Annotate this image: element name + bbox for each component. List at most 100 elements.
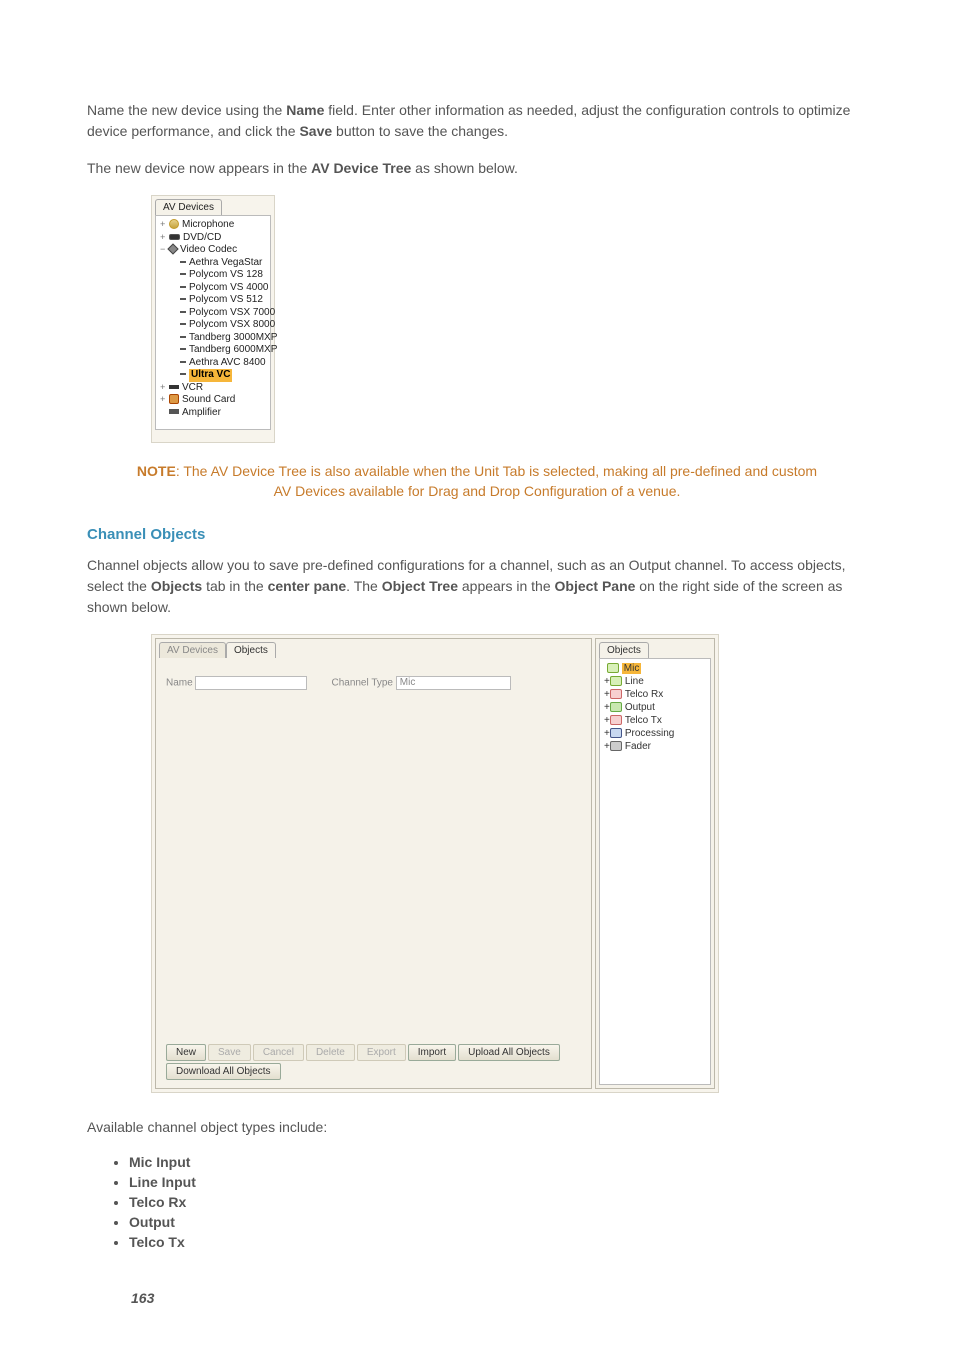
tree-node-codec-item[interactable]: Tandberg 6000MXP [158, 344, 268, 357]
tree-label: Aethra AVC 8400 [189, 357, 266, 368]
cancel-button[interactable]: Cancel [253, 1044, 304, 1061]
tree-label: Tandberg 3000MXP [189, 332, 277, 343]
text: Name the new device using the [87, 102, 286, 118]
object-label: Telco Tx [625, 715, 662, 726]
tree-name: AV Device Tree [311, 160, 411, 176]
document-page: Name the new device using the Name field… [47, 0, 907, 1366]
channel-type-select[interactable]: Mic [396, 676, 511, 690]
text: The new device now appears in the [87, 160, 311, 176]
tab-name: Objects [151, 578, 202, 594]
tree-label: Aethra VegaStar [189, 257, 262, 268]
tree-node-codec-item[interactable]: Polycom VSX 7000 [158, 307, 268, 320]
object-node-output[interactable]: +Output [602, 701, 708, 714]
list-item: Output [129, 1214, 867, 1230]
tree-label: VCR [182, 382, 203, 393]
tree-node-codec-item[interactable]: Aethra AVC 8400 [158, 357, 268, 370]
tree-node-dvdcd[interactable]: + DVD/CD [158, 232, 268, 245]
tree-label: Polycom VSX 8000 [189, 319, 275, 330]
note-text: : The AV Device Tree is also available w… [176, 463, 817, 499]
object-pane: Objects Mic +Line +Telco Rx +Output + Tel… [595, 638, 715, 1089]
mic-object-icon [607, 663, 619, 673]
expand-icon[interactable]: + [160, 220, 169, 231]
objects-pane-screenshot: AV Devices Objects Name Channel Type Mic… [151, 634, 719, 1093]
list-item: Line Input [129, 1174, 867, 1190]
text: tab in the [202, 578, 267, 594]
tree-node-codec-item[interactable]: Polycom VS 512 [158, 294, 268, 307]
tree-node-vcr[interactable]: + VCR [158, 382, 268, 395]
tree-label: Polycom VS 512 [189, 294, 263, 305]
paragraph-4: Available channel object types include: [87, 1117, 867, 1138]
note-label: NOTE [137, 463, 176, 479]
paragraph-3: Channel objects allow you to save pre-de… [87, 555, 867, 618]
tree-node-video-codec[interactable]: −Video Codec [158, 244, 268, 257]
collapse-icon[interactable]: − [160, 245, 169, 256]
tree-node-codec-selected[interactable]: Ultra VC [158, 369, 268, 382]
tree-label: Sound Card [182, 394, 235, 405]
note-callout: NOTE: The AV Device Tree is also availab… [127, 461, 827, 502]
export-button[interactable]: Export [357, 1044, 406, 1061]
object-pane-tabs: Objects [596, 639, 714, 658]
tree-node-codec-item[interactable]: Polycom VS 4000 [158, 282, 268, 295]
name-label: Name [166, 677, 193, 688]
download-all-button[interactable]: Download All Objects [166, 1063, 281, 1080]
object-node-processing[interactable]: + Processing [602, 727, 708, 740]
expand-icon[interactable]: + [604, 741, 610, 752]
expand-icon[interactable]: + [160, 383, 169, 394]
tree-node-microphone[interactable]: +Microphone [158, 219, 268, 232]
blank-icon [160, 408, 169, 419]
save-button[interactable]: Save [208, 1044, 251, 1061]
tree-label: Amplifier [182, 407, 221, 418]
tree-node-sound-card[interactable]: + Sound Card [158, 394, 268, 407]
object-node-fader[interactable]: + Fader [602, 740, 708, 753]
object-label: Processing [625, 728, 674, 739]
expand-icon[interactable]: + [604, 728, 610, 739]
fader-object-icon [610, 741, 622, 751]
name-input[interactable] [195, 676, 307, 690]
object-label-selected: Mic [622, 663, 642, 674]
name-field-group: Name [166, 676, 307, 690]
tree-node-codec-item[interactable]: Tandberg 3000MXP [158, 332, 268, 345]
pane-name: center pane [268, 578, 347, 594]
tree-label: Polycom VSX 7000 [189, 307, 275, 318]
tree-node-codec-item[interactable]: Aethra VegaStar [158, 257, 268, 270]
new-button[interactable]: New [166, 1044, 206, 1061]
tree-label: DVD/CD [183, 232, 221, 243]
expand-icon[interactable]: + [604, 715, 610, 726]
object-node-telco-rx[interactable]: +Telco Rx [602, 688, 708, 701]
text: . The [346, 578, 382, 594]
object-node-mic[interactable]: Mic [602, 662, 708, 675]
tab-objects[interactable]: Objects [226, 642, 276, 658]
tab-av-devices[interactable]: AV Devices [155, 199, 222, 215]
object-node-line[interactable]: +Line [602, 675, 708, 688]
tab-objects[interactable]: Objects [599, 642, 649, 658]
object-node-telco-tx[interactable]: + Telco Tx [602, 714, 708, 727]
expand-icon[interactable]: + [604, 676, 610, 687]
microphone-icon [169, 219, 182, 230]
text: appears in the [458, 578, 555, 594]
tree-node-codec-item[interactable]: Polycom VSX 8000 [158, 319, 268, 332]
tree-label: Tandberg 6000MXP [189, 344, 277, 355]
tab-av-devices[interactable]: AV Devices [159, 642, 226, 658]
center-pane-form: Name Channel Type Mic [156, 658, 591, 698]
list-item: Mic Input [129, 1154, 867, 1170]
delete-button[interactable]: Delete [306, 1044, 355, 1061]
object-label: Fader [625, 741, 651, 752]
sound-card-icon [169, 394, 182, 405]
tree-node-amplifier[interactable]: Amplifier [158, 407, 268, 420]
list-item: Telco Tx [129, 1234, 867, 1250]
tree-label: Video Codec [180, 244, 237, 255]
expand-icon[interactable]: + [604, 689, 610, 700]
list-item: Telco Rx [129, 1194, 867, 1210]
line-object-icon [610, 676, 622, 686]
upload-all-button[interactable]: Upload All Objects [458, 1044, 560, 1061]
expand-icon[interactable]: + [160, 395, 169, 406]
expand-icon[interactable]: + [604, 702, 610, 713]
expand-icon[interactable]: + [160, 233, 169, 244]
import-button[interactable]: Import [408, 1044, 456, 1061]
paragraph-2: The new device now appears in the AV Dev… [87, 158, 867, 179]
output-object-icon [610, 702, 622, 712]
processing-object-icon [610, 728, 622, 738]
channel-type-group: Channel Type Mic [331, 676, 510, 690]
pane-name: Object Pane [555, 578, 636, 594]
tree-node-codec-item[interactable]: Polycom VS 128 [158, 269, 268, 282]
